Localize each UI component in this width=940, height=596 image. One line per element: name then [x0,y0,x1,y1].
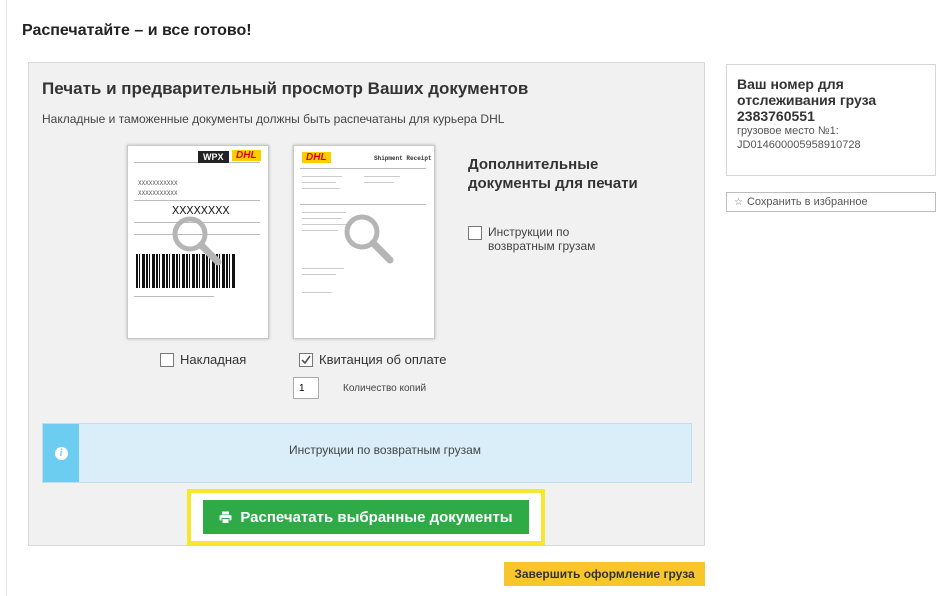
thumb-address-line-2: XXXXXXXXXXX [138,190,178,197]
piece-id: JD014600005958910728 [737,139,861,151]
waybill-preview-thumbnail[interactable]: WPX DHL XXXXXXXXXXX XXXXXXXXXXX XXXXXXXX [127,145,269,339]
receipt-thumb-title: Shipment Receipt [374,155,432,162]
panel-title: Печать и предварительный просмотр Ваших … [42,79,529,98]
panel-subtitle: Накладные и таможенные документы должны … [42,112,505,126]
tracking-info-box: Ваш номер для отслеживания груза 2383760… [726,64,936,176]
return-instructions-info-bar: i Инструкции по возвратным грузам [42,423,692,483]
thumb-text-line [364,182,394,183]
return-instructions-label: Инструкции по возвратным грузам [488,225,596,253]
waybill-label: Накладная [180,352,247,367]
piece-label: грузовое место №1: [737,125,839,137]
print-button-highlight: Распечатать выбранные документы [187,489,545,545]
thumb-divider [134,200,260,201]
receipt-preview-thumbnail[interactable]: DHL Shipment Receipt [293,145,435,339]
thumb-divider [134,162,260,163]
save-to-favorites-button[interactable]: ☆ Сохранить в избранное [726,192,936,212]
checkmark-icon [301,355,311,364]
thumb-divider [300,204,426,205]
print-button-label: Распечатать выбранные документы [240,508,513,526]
thumb-text-line [302,182,336,183]
receipt-checkbox[interactable] [299,352,313,367]
star-icon: ☆ [734,196,743,208]
thumb-text-line [302,176,342,177]
page-title: Распечатайте – и все готово! [22,22,252,39]
thumb-text-line [302,188,340,189]
save-to-favorites-label: Сохранить в избранное [746,196,868,208]
magnifier-icon [344,214,394,264]
wpx-badge: WPX [198,151,229,163]
copies-row: Количество копий [293,377,426,399]
print-preview-panel: Печать и предварительный просмотр Ваших … [28,62,705,546]
thumb-text-line [364,176,400,177]
receipt-checkbox-row[interactable]: Квитанция об оплате [299,352,446,367]
waybill-checkbox[interactable] [160,352,174,367]
extra-documents-title: Дополнительные документы для печати [468,156,638,192]
dhl-logo: DHL [232,150,261,161]
thumb-address-line-1: XXXXXXXXXXX [138,180,178,187]
thumb-text-line [302,274,336,275]
thumb-divider [300,168,426,169]
finish-shipment-button[interactable]: Завершить оформление груза [504,562,705,586]
return-instructions-checkbox[interactable] [468,226,482,240]
waybill-checkbox-row[interactable]: Накладная [160,352,246,367]
thumb-text-line [302,292,332,293]
tracking-title: Ваш номер для отслеживания груза [737,76,877,108]
thumb-text-line [302,268,344,269]
receipt-label: Квитанция об оплате [319,352,447,367]
tracking-number: 2383760551 [737,108,815,124]
magnifier-icon [172,216,222,266]
copies-label: Количество копий [343,382,427,394]
thumb-text-line [302,218,342,219]
print-selected-documents-button[interactable]: Распечатать выбранные документы [203,500,529,534]
thumb-text-line [302,230,338,231]
copies-input[interactable] [293,377,319,399]
return-instructions-checkbox-row[interactable]: Инструкции по возвратным грузам [468,225,608,253]
info-bar-text: Инструкции по возвратным грузам [288,443,482,457]
dhl-logo: DHL [302,152,331,163]
page-left-rule [6,0,7,596]
thumb-divider [134,296,214,297]
printer-icon [219,511,232,524]
